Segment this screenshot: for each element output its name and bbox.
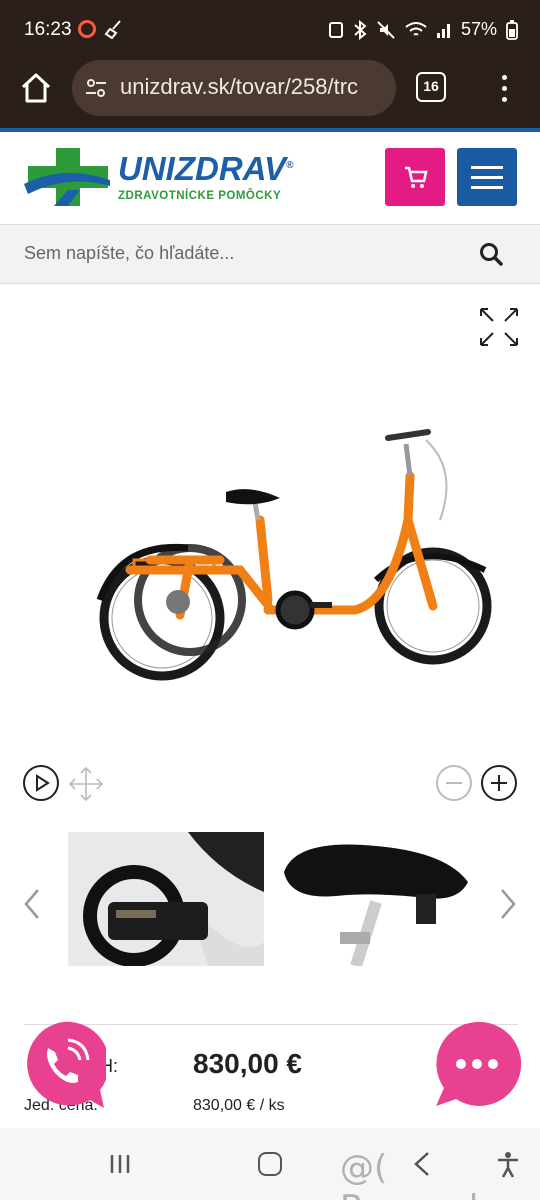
- search-icon[interactable]: [478, 241, 504, 267]
- brand-name[interactable]: UNIZDRAV®: [118, 150, 293, 188]
- site-settings-icon[interactable]: [84, 76, 108, 100]
- product-image-tricycle[interactable]: [90, 410, 500, 710]
- cart-icon: [405, 166, 428, 188]
- broom-icon: [104, 20, 121, 39]
- thumbnail-pedal[interactable]: [68, 832, 264, 966]
- chevron-left-icon[interactable]: [22, 886, 42, 922]
- signal-icon: [436, 23, 450, 38]
- chevron-right-icon[interactable]: [498, 886, 518, 922]
- minus-icon: [446, 782, 462, 784]
- more-options-icon[interactable]: [496, 72, 512, 106]
- status-time: 16:23: [24, 19, 72, 40]
- brand-text: UNIZDRAV: [118, 150, 287, 187]
- fullscreen-icon[interactable]: [478, 306, 520, 348]
- hamburger-line: [471, 166, 503, 169]
- nfc-icon: [328, 21, 343, 38]
- status-bar: 16:23 57%: [0, 0, 540, 60]
- address-bar[interactable]: unizdrav.sk/tovar/258/trc: [72, 60, 396, 116]
- tab-switcher-button[interactable]: 16: [416, 72, 446, 102]
- mute-icon: [377, 20, 395, 39]
- thumbnail-saddle[interactable]: [276, 832, 472, 966]
- browser-toolbar: unizdrav.sk/tovar/258/trc 16: [0, 60, 540, 128]
- search-bar[interactable]: Sem napíšte, čo hľadáte...: [0, 224, 540, 284]
- battery-percent: 57%: [460, 19, 497, 39]
- plus-icon: [491, 775, 507, 791]
- play-slideshow-button[interactable]: [23, 765, 59, 801]
- url-text[interactable]: unizdrav.sk/tovar/258/trc: [120, 74, 386, 100]
- site-header: UNIZDRAV® ZDRAVOTNÍCKE POMÔCKY: [0, 132, 540, 224]
- call-button[interactable]: [20, 1020, 106, 1110]
- system-icons: 57%: [328, 19, 518, 40]
- record-icon: [78, 20, 96, 38]
- play-icon: [36, 774, 50, 792]
- brand-mark: ®: [286, 160, 294, 171]
- screen: 16:23 57% unizdrav.sk/tovar/258/trc 16 U…: [0, 0, 540, 1200]
- chat-button[interactable]: [432, 1020, 522, 1110]
- unit-price-value: 830,00 € / ks: [193, 1097, 285, 1114]
- logo-cross-icon[interactable]: [24, 146, 110, 208]
- brand-tagline: ZDRAVOTNÍCKE POMÔCKY: [118, 190, 282, 202]
- thumbnail-saddle-image: [284, 844, 468, 966]
- hamburger-line: [471, 186, 503, 189]
- wifi-icon: [405, 21, 427, 36]
- bazos-watermark: @( Bazos.sk: [340, 1148, 489, 1200]
- recents-icon[interactable]: [108, 1152, 132, 1176]
- zoom-out-button[interactable]: [436, 765, 472, 801]
- notification-icons: [78, 19, 124, 39]
- thumbnail-pedal-image: [68, 832, 264, 966]
- product-price: 830,00 €: [193, 1048, 302, 1079]
- move-icon[interactable]: [68, 766, 104, 802]
- hamburger-line: [471, 176, 503, 179]
- battery-icon: [506, 19, 518, 40]
- zoom-in-button[interactable]: [481, 765, 517, 801]
- home-icon[interactable]: [18, 70, 54, 106]
- cart-button[interactable]: [385, 148, 445, 206]
- menu-button[interactable]: [457, 148, 517, 206]
- home-button[interactable]: [258, 1152, 282, 1176]
- bluetooth-icon: [354, 19, 367, 40]
- search-input[interactable]: Sem napíšte, čo hľadáte...: [24, 243, 234, 264]
